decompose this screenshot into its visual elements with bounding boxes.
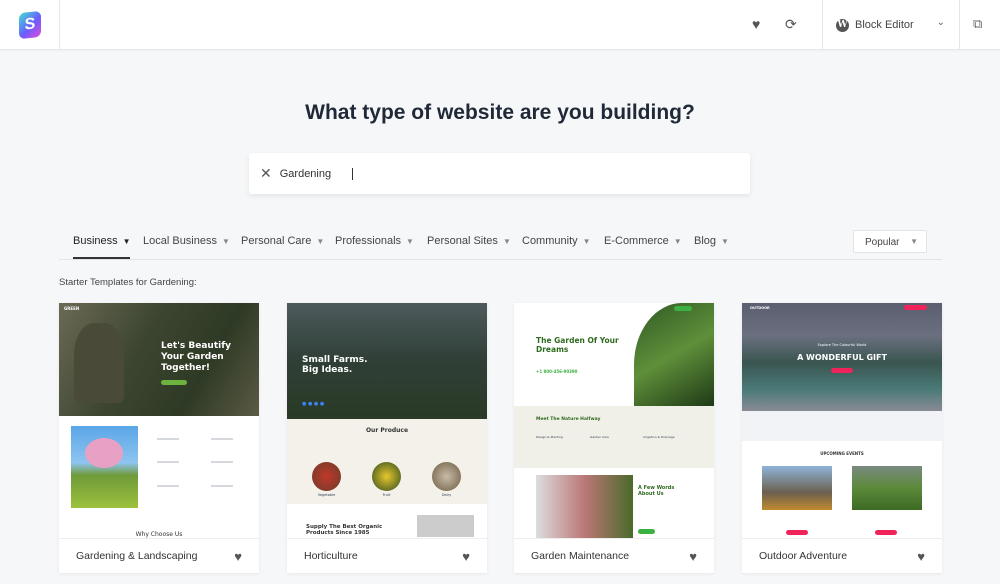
- heart-icon[interactable]: ♥: [917, 549, 925, 564]
- tab-personal-sites[interactable]: Personal Sites ▼: [427, 235, 511, 247]
- template-section: A Few Words About Us: [638, 485, 675, 497]
- template-brand: OUTDOOR: [750, 306, 770, 310]
- template-card[interactable]: GREEN Let's Beautify Your Garden Togethe…: [59, 303, 259, 573]
- tab-label: E-Commerce: [604, 235, 669, 247]
- service-label: Design & Planting: [536, 435, 563, 439]
- template-preview: OUTDOOR Explore The Colourful World A WO…: [742, 303, 942, 538]
- template-eyebrow: Explore The Colourful World: [817, 343, 867, 347]
- tab-label: Blog: [694, 235, 717, 247]
- starter-templates-logo-icon: S: [18, 10, 41, 40]
- tab-label: Business: [73, 235, 118, 247]
- search-input[interactable]: [279, 167, 353, 180]
- search-box: ✕: [249, 153, 750, 194]
- tab-label: Professionals: [335, 235, 402, 247]
- top-bar: S ♥ ⟳ W Block Editor ⌄ ⧉: [0, 0, 1000, 50]
- tab-e-commerce[interactable]: E-Commerce ▼: [604, 235, 682, 247]
- refresh-icon[interactable]: ⟳: [785, 16, 797, 33]
- tab-community[interactable]: Community ▼: [522, 235, 591, 247]
- sort-value: Popular: [865, 237, 900, 248]
- logo[interactable]: S: [0, 0, 60, 50]
- template-headline: Small Farms. Big Ideas.: [302, 355, 368, 375]
- chevron-down-icon: ▼: [222, 237, 230, 246]
- tab-blog[interactable]: Blog ▼: [694, 235, 729, 247]
- editor-selector[interactable]: W Block Editor ⌄: [822, 0, 960, 50]
- template-card[interactable]: Small Farms. Big Ideas. ● ● ● ● Our Prod…: [287, 303, 487, 573]
- template-card[interactable]: The Garden Of Your Dreams +1 800-456-903…: [514, 303, 714, 573]
- chevron-down-icon: ▼: [673, 237, 682, 246]
- chevron-down-icon: ▼: [582, 237, 591, 246]
- tab-label: Personal Sites: [427, 235, 498, 247]
- template-name: Garden Maintenance: [531, 550, 630, 562]
- chevron-down-icon: ⌄: [936, 17, 945, 28]
- sort-dropdown[interactable]: Popular ▼: [853, 230, 927, 253]
- produce-label: Dairy: [441, 493, 452, 497]
- template-section: UPCOMING EVENTS: [820, 451, 864, 456]
- heart-icon[interactable]: ♥: [462, 549, 470, 564]
- template-preview: The Garden Of Your Dreams +1 800-456-903…: [514, 303, 714, 538]
- template-section: Supply The Best Organic Products Since 1…: [306, 524, 383, 536]
- tab-label: Local Business: [143, 235, 217, 247]
- template-headline: The Garden Of Your Dreams: [536, 336, 619, 354]
- produce-label: Vegetable: [317, 493, 336, 497]
- template-preview: Small Farms. Big Ideas. ● ● ● ● Our Prod…: [287, 303, 487, 538]
- template-section: Our Produce: [365, 427, 409, 434]
- chevron-down-icon: ▼: [502, 237, 511, 246]
- results-label: Starter Templates for Gardening:: [59, 277, 197, 288]
- template-brand: GREEN: [64, 306, 80, 311]
- close-icon[interactable]: ✕: [260, 165, 272, 182]
- chevron-down-icon: ▼: [316, 237, 325, 246]
- chevron-down-icon: ▼: [721, 237, 729, 246]
- template-preview: GREEN Let's Beautify Your Garden Togethe…: [59, 303, 259, 538]
- category-tabs: Business ▼ Local Business ▼ Personal Care ▼…: [59, 230, 942, 260]
- tab-business[interactable]: Business ▼: [73, 235, 131, 247]
- editor-label: Block Editor: [855, 19, 914, 31]
- tab-professionals[interactable]: Professionals ▼: [335, 235, 414, 247]
- service-label: Garden Care: [590, 435, 609, 439]
- template-section: Meet The Nature Halfway: [536, 417, 601, 422]
- tab-label: Personal Care: [241, 235, 312, 247]
- template-card[interactable]: OUTDOOR Explore The Colourful World A WO…: [742, 303, 942, 573]
- template-phone: +1 800-456-90390: [536, 369, 578, 374]
- template-headline: Let's Beautify Your Garden Together!: [161, 341, 232, 373]
- tab-personal-care[interactable]: Personal Care ▼: [241, 235, 324, 247]
- chevron-down-icon: ▼: [122, 237, 131, 246]
- tab-local-business[interactable]: Local Business ▼: [143, 235, 230, 247]
- template-section: Why Choose Us: [135, 531, 183, 538]
- template-name: Gardening & Landscaping: [76, 550, 198, 562]
- page-title: What type of website are you building?: [305, 101, 695, 124]
- produce-label: Fruit: [382, 493, 391, 497]
- external-link-icon[interactable]: ⧉: [973, 16, 982, 32]
- chevron-down-icon: ▼: [910, 237, 918, 246]
- service-label: Irrigation & Drainage: [643, 435, 675, 439]
- active-tab-indicator: [73, 257, 130, 259]
- heart-icon[interactable]: ♥: [689, 549, 697, 564]
- template-name: Horticulture: [304, 550, 358, 562]
- template-name: Outdoor Adventure: [759, 550, 848, 562]
- chevron-down-icon: ▼: [406, 237, 414, 246]
- heart-icon[interactable]: ♥: [752, 16, 760, 32]
- wordpress-icon: W: [836, 18, 849, 32]
- tab-label: Community: [522, 235, 578, 247]
- template-headline: A WONDERFUL GIFT: [797, 353, 887, 362]
- heart-icon[interactable]: ♥: [234, 549, 242, 564]
